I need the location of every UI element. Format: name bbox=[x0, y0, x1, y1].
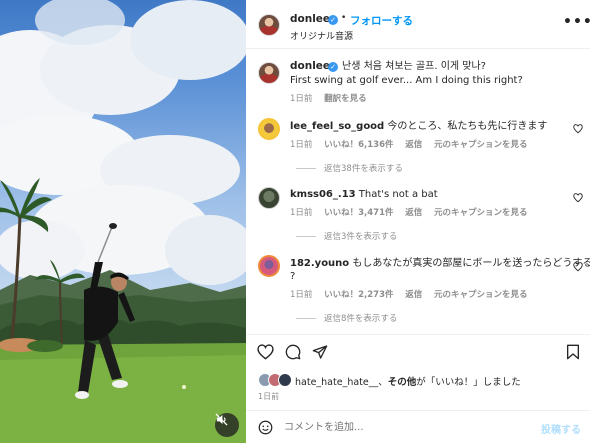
view-replies-button[interactable]: 返信8件を表示する bbox=[296, 312, 397, 324]
follow-button[interactable]: フォローする bbox=[350, 13, 413, 28]
caption-text-line2: First swing at golf ever... Am I doing t… bbox=[290, 75, 523, 86]
caption-text-line1: 난생 처음 쳐보는 골프. 이게 맞나? bbox=[342, 61, 486, 72]
add-comment-bar: 投稿する bbox=[246, 410, 590, 443]
view-replies-button[interactable]: 返信3件を表示する bbox=[296, 230, 397, 242]
author-username[interactable]: donlee bbox=[290, 13, 330, 25]
post-detail-panel: donlee ✓ • フォローする オリジナル音源 ••• donlee ✓ 난… bbox=[246, 0, 590, 443]
comment-text: もしあなたが真実の部屋にボールを送ったらどうする bbox=[352, 258, 590, 269]
actions-divider bbox=[246, 334, 590, 335]
like-heart-icon[interactable] bbox=[257, 344, 274, 360]
view-replies-button[interactable]: 返信38件を表示する bbox=[296, 162, 403, 174]
verified-badge-icon: ✓ bbox=[328, 62, 338, 72]
mute-toggle-button[interactable] bbox=[215, 413, 239, 437]
comment-avatar[interactable] bbox=[258, 118, 280, 140]
comment-likes[interactable]: いいね！6,136件 bbox=[324, 140, 393, 150]
divider-line bbox=[296, 235, 316, 237]
golf-scene-image bbox=[0, 0, 246, 443]
comment-time: 1日前 bbox=[290, 208, 313, 218]
comment-likes[interactable]: いいね！2,273件 bbox=[324, 290, 393, 300]
reply-button[interactable]: 返信 bbox=[405, 290, 422, 300]
see-original-caption-link[interactable]: 元のキャプションを見る bbox=[434, 140, 528, 150]
audio-label[interactable]: オリジナル音源 bbox=[290, 29, 353, 42]
comment-time: 1日前 bbox=[290, 290, 313, 300]
more-horizontal-icon[interactable]: ••• bbox=[563, 14, 590, 30]
post-date[interactable]: 1日前 bbox=[258, 391, 279, 402]
caption-time: 1日前 bbox=[290, 94, 313, 104]
comment-bubble-icon[interactable] bbox=[285, 344, 301, 360]
likes-separator: 、 bbox=[378, 377, 388, 388]
comment-text-continued: ? bbox=[290, 271, 296, 282]
comment-username[interactable]: 182.youno bbox=[290, 258, 349, 269]
comment-meta: 1日前 いいね！2,273件 返信 元のキャプションを見る bbox=[290, 288, 536, 300]
post-header: donlee ✓ • フォローする オリジナル音源 ••• bbox=[246, 0, 590, 49]
caption-author-avatar[interactable] bbox=[258, 62, 280, 84]
like-comment-heart-icon[interactable] bbox=[573, 124, 583, 134]
post-comment-button[interactable]: 投稿する bbox=[541, 421, 581, 436]
post-video[interactable] bbox=[0, 0, 246, 443]
divider-line bbox=[296, 167, 316, 169]
view-replies-label: 返信38件を表示する bbox=[324, 164, 403, 174]
save-bookmark-icon[interactable] bbox=[566, 344, 580, 360]
comment-avatar[interactable] bbox=[258, 255, 280, 277]
caption-username[interactable]: donlee bbox=[290, 60, 330, 72]
like-comment-heart-icon[interactable] bbox=[573, 193, 583, 203]
comment-time: 1日前 bbox=[290, 140, 313, 150]
reply-button[interactable]: 返信 bbox=[405, 208, 422, 218]
share-send-icon[interactable] bbox=[312, 344, 328, 360]
comment-input[interactable] bbox=[284, 420, 504, 434]
see-original-caption-link[interactable]: 元のキャプションを見る bbox=[434, 208, 528, 218]
separator-dot: • bbox=[341, 13, 347, 23]
like-comment-heart-icon[interactable] bbox=[573, 262, 583, 272]
divider-line bbox=[296, 317, 316, 319]
comment-likes[interactable]: いいね！3,471件 bbox=[324, 208, 393, 218]
comment-meta: 1日前 いいね！6,136件 返信 元のキャプションを見る bbox=[290, 138, 536, 150]
see-original-caption-link[interactable]: 元のキャプションを見る bbox=[434, 290, 528, 300]
likes-others-link[interactable]: その他 bbox=[388, 377, 417, 388]
comment-body: 182.youno もしあなたが真実の部屋にボールを送ったらどうする bbox=[290, 257, 590, 270]
comment-body: kmss06_.13 That's not a bat bbox=[290, 188, 438, 201]
reply-button[interactable]: 返信 bbox=[405, 140, 422, 150]
comment-text: That's not a bat bbox=[358, 189, 438, 200]
likes-summary: hate_hate_hate__、その他が「いいね！」しました bbox=[295, 374, 521, 388]
liker-username[interactable]: hate_hate_hate__ bbox=[295, 377, 378, 388]
liker-avatar bbox=[278, 373, 292, 387]
comment-body: lee_feel_so_good 今のところ、私たちも先に行きます bbox=[290, 120, 547, 133]
comment-username[interactable]: lee_feel_so_good bbox=[290, 121, 384, 132]
liker-avatars bbox=[258, 373, 294, 387]
caption-meta: 1日前 翻訳を見る bbox=[290, 92, 376, 104]
speaker-muted-icon bbox=[215, 413, 228, 426]
comment-avatar[interactable] bbox=[258, 187, 280, 209]
likes-suffix: が「いいね！」しました bbox=[416, 377, 521, 388]
view-replies-label: 返信3件を表示する bbox=[324, 232, 398, 242]
comment-meta: 1日前 いいね！3,471件 返信 元のキャプションを見る bbox=[290, 206, 536, 218]
comment-text: 今のところ、私たちも先に行きます bbox=[387, 121, 548, 132]
see-translation-link[interactable]: 翻訳を見る bbox=[324, 94, 367, 104]
view-replies-label: 返信8件を表示する bbox=[324, 314, 398, 324]
comment-username[interactable]: kmss06_.13 bbox=[290, 189, 356, 200]
emoji-smiley-icon[interactable] bbox=[258, 420, 273, 435]
author-avatar[interactable] bbox=[258, 14, 280, 36]
verified-badge-icon: ✓ bbox=[328, 15, 338, 25]
